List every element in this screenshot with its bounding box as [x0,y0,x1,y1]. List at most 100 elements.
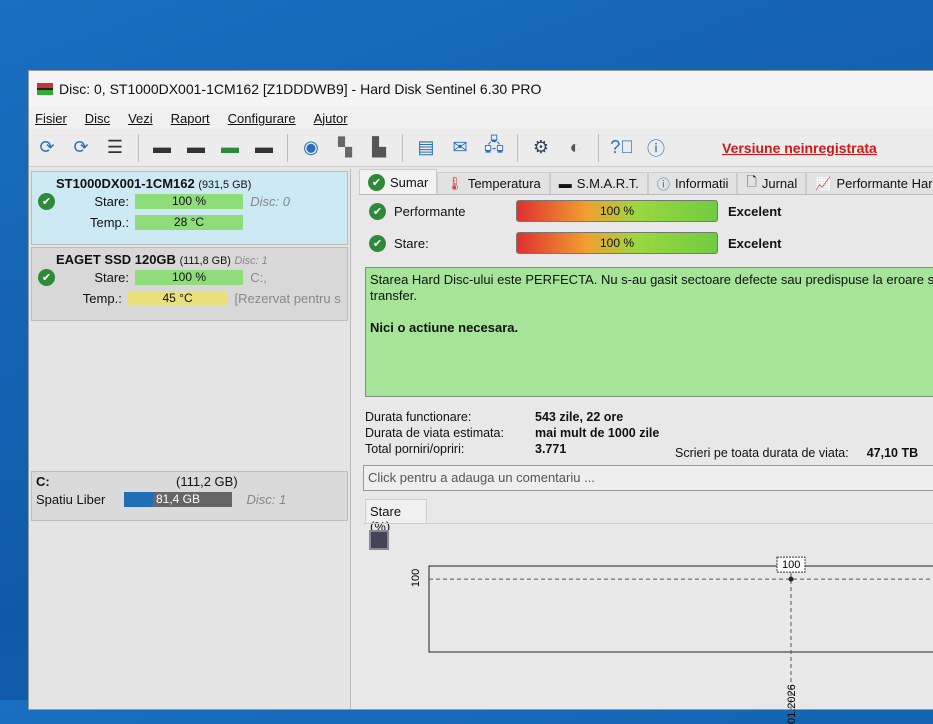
health-label: Stare: [394,235,429,251]
tab-jurnal[interactable]: 🗋 Jurnal [737,172,807,194]
disk-check-icon[interactable]: ▬ [216,134,244,162]
tab-bar: ✔ Sumar 🌡 Temperatura ▬ S.M.A.R.T. ⓘ Informa… [359,169,933,195]
app-logo-icon [37,83,53,95]
disk-schedule-icon[interactable]: ▬ [182,134,210,162]
tab-stare-chart[interactable]: Stare (%) [365,499,427,534]
external-disk-icon[interactable]: ▙ [365,134,393,162]
menu-vezi[interactable]: Vezi [128,111,153,126]
health-bar: 100 % [516,232,718,254]
status-message: Starea Hard Disc-ului este PERFECTA. Nu … [370,272,933,303]
disk-partitions: C:, [250,270,267,285]
status-message-box[interactable]: Starea Hard Disc-ului este PERFECTA. Nu … [365,267,933,397]
refresh-icon[interactable]: ⟳ [33,134,61,162]
partition-note: [Rezervat pentru sis [234,291,341,306]
uptime-label: Durata functionare: [365,410,472,424]
disk-stats: Durata functionare: 543 zile, 22 ore Dura… [365,409,933,460]
gear-icon[interactable]: ⚙ [527,134,555,162]
temp-bar: 45 °C [127,291,228,306]
menu-configurare[interactable]: Configurare [228,111,296,126]
tab-performante[interactable]: 📈 Performante Hard Di [806,172,933,194]
temp-label: Temp.: [82,291,122,306]
check-icon: ✔ [38,269,55,286]
disk-search-icon[interactable]: ▬ [250,134,278,162]
usb-icon[interactable]: ▚ [331,134,359,162]
email-icon[interactable]: ✉ [446,134,474,162]
disk-name: ST1000DX001-1CM162 [56,176,195,191]
check-icon: ✔ [369,202,386,220]
disk-size: (931,5 GB) [198,179,252,191]
disk-list-icon[interactable]: ☰ [101,134,129,162]
tab-informatii[interactable]: ⓘ Informatii [647,172,738,194]
disk-name: EAGET SSD 120GB [56,252,176,267]
refresh-warning-icon[interactable]: ⟳ [67,134,95,162]
health-rating: Excelent [728,235,782,251]
starts-value: 3.771 [535,442,567,456]
network-disk-icon[interactable]: ◉ [297,134,325,162]
partition-item[interactable]: C: (111,2 GB) Spatiu Liber 81,4 GB Disc: 1 [31,471,348,521]
partition-size: (111,2 GB) [176,474,238,489]
toolbar-divider [138,133,139,162]
writes-value: 47,10 TB [866,446,919,460]
menu-ajutor[interactable]: Ajutor [314,111,348,126]
info-icon[interactable]: ⓘ [642,134,670,162]
disk-number: Disc: 0 [250,194,290,209]
disk-item-1[interactable]: EAGET SSD 120GB (111,8 GB) Disc: 1 ✔ Star… [31,247,348,321]
lifetime-value: mai mult de 1000 zile [535,426,660,440]
chart-svg: 100 01.2026 100 [410,556,933,724]
sound-icon[interactable]: ◐ [561,134,589,162]
disk-panel: ST1000DX001-1CM162 (931,5 GB) ✔ Stare: 100… [29,169,351,709]
menu-fisier[interactable]: Fisier [35,111,67,126]
disk-item-0[interactable]: ST1000DX001-1CM162 (931,5 GB) ✔ Stare: 100… [31,171,348,245]
chart-icon: 📈 [815,175,832,191]
tab-label: Performante Hard Di [836,176,933,191]
window-title: Disc: 0, ST1000DX001-1CM162 [Z1DDDWB9] -… [59,81,542,97]
main-panel: ✔ Sumar 🌡 Temperatura ▬ S.M.A.R.T. ⓘ Informa… [359,169,933,724]
app-window: Disc: 0, ST1000DX001-1CM162 [Z1DDDWB9] -… [28,70,933,724]
unregistered-link[interactable]: Versiune neinregistrata [722,140,877,156]
tab-label: Informatii [674,176,729,191]
check-icon: ✔ [369,234,386,252]
menu-bar: Fisier Disc Vezi Raport Configurare Ajut… [29,107,933,129]
y-tick-label: 100 [410,569,422,587]
report-icon[interactable]: ▤ [412,134,440,162]
disk-number: Disc: 1 [234,255,268,267]
toolbar-divider [598,133,599,162]
document-icon: 🗋 [746,173,757,189]
menu-disc[interactable]: Disc [85,111,110,126]
partition-letter: C: [36,474,50,489]
tab-temperatura[interactable]: 🌡 Temperatura [437,172,550,194]
toolbar-divider [402,133,403,162]
lifetime-label: Durata de viata estimata: [365,426,504,440]
performance-label: Performante [394,203,466,219]
performance-rating: Excelent [728,203,782,219]
check-icon: ✔ [38,193,55,210]
writes-label: Scrieri pe toata durata de viata: [675,446,849,460]
x-tick-label: 01.2026 [786,684,798,724]
disk-test-icon[interactable]: ▬ [148,134,176,162]
data-point [788,576,794,582]
tab-label: Jurnal [761,176,798,191]
thermometer-icon: 🌡 [446,175,463,191]
comment-input[interactable]: Click pentru a adauga un comentariu ... [363,465,933,491]
health-chart: 100 01.2026 100 [363,523,933,724]
stare-label: Stare: [94,194,129,209]
toolbar-divider [287,133,288,162]
tab-smart[interactable]: ▬ S.M.A.R.T. [549,172,648,194]
free-space-label: Spatiu Liber [36,492,106,507]
tab-sumar[interactable]: ✔ Sumar [359,169,438,194]
action-message: Nici o actiune necesara. [370,320,519,335]
help-icon[interactable]: ?⃝ [608,134,636,162]
tab-label: Temperatura [467,176,541,191]
tab-label: S.M.A.R.T. [576,176,639,191]
uptime-value: 543 zile, 22 ore [535,410,624,424]
check-icon: ✔ [368,173,385,191]
temp-label: Temp.: [89,215,129,230]
disk-size: (111,8 GB) [179,255,231,267]
title-bar: Disc: 0, ST1000DX001-1CM162 [Z1DDDWB9] -… [29,71,933,107]
health-bar: 100 % [135,194,243,209]
menu-raport[interactable]: Raport [171,111,210,126]
disk-icon: ▬ [558,176,572,191]
temp-bar: 28 °C [135,215,243,230]
network-icon[interactable]: 🖧 [480,134,508,162]
disk-number: Disc: 1 [246,492,287,507]
